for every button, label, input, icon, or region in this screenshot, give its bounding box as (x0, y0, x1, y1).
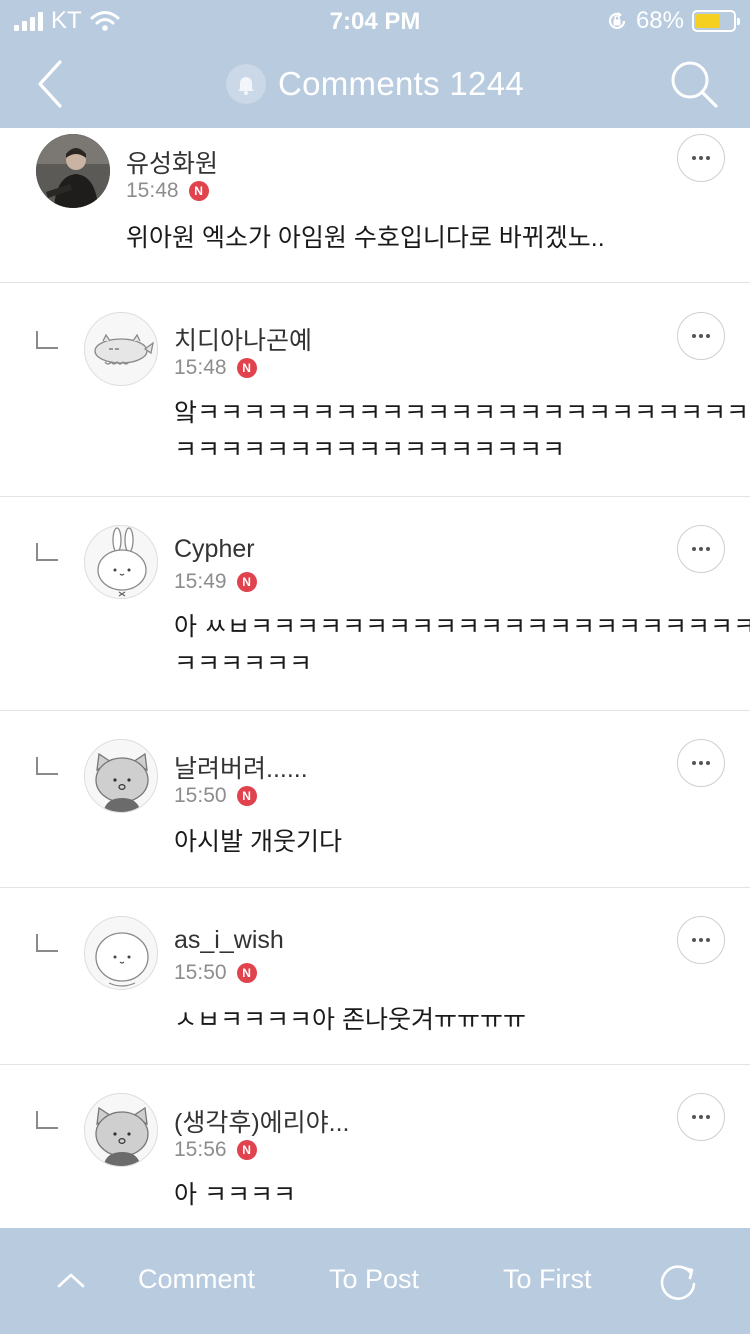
comment-author[interactable]: Cypher (174, 535, 255, 564)
comment-time: 15:48 (174, 356, 227, 379)
more-options-button[interactable] (677, 525, 725, 573)
reply-item: as_i_wish 15:50 N ㅅㅂㅋㅋㅋㅋ아 존나웃겨ㅠㅠㅠㅠ (0, 888, 750, 1065)
more-options-button[interactable] (677, 1093, 725, 1141)
search-icon[interactable] (668, 58, 720, 110)
comment-time: 15:49 (174, 570, 227, 593)
comment-author[interactable]: 유성화원 (126, 144, 218, 180)
comment-item: 유성화원 15:48 N 위아원 엑소가 아임원 수호입니다로 바뀌겠노.. (0, 128, 750, 283)
comment-author[interactable]: (생각후)에리야... (174, 1103, 350, 1139)
comment-author[interactable]: 날려버려...... (174, 749, 308, 785)
comment-text: 아시발 개웃기다 (174, 828, 342, 856)
to-first-button[interactable]: To First (503, 1264, 592, 1295)
more-options-button[interactable] (677, 916, 725, 964)
new-badge: N (236, 963, 257, 983)
comment-text: 앜ㅋㅋㅋㅋㅋㅋㅋㅋㅋㅋㅋㅋㅋㅋㅋㅋㅋㅋㅋㅋㅋㅋㅋㅋㅋ (174, 399, 750, 427)
reply-indicator-icon (36, 934, 58, 952)
reply-indicator-icon (36, 331, 58, 349)
new-badge: N (236, 786, 257, 806)
refresh-icon[interactable] (656, 1260, 700, 1304)
reply-item: 치디아나곤예 15:48 N 앜ㅋㅋㅋㅋㅋㅋㅋㅋㅋㅋㅋㅋㅋㅋㅋㅋㅋㅋㅋㅋㅋㅋㅋㅋ… (0, 283, 750, 497)
bottom-toolbar: Comment To Post To First (0, 1228, 750, 1334)
avatar[interactable] (84, 1093, 158, 1167)
comment-time: 15:56 (174, 1138, 227, 1161)
new-badge: N (188, 181, 209, 201)
avatar[interactable] (84, 916, 158, 990)
chevron-up-icon[interactable] (56, 1270, 86, 1290)
comment-text: 아 ㅆㅂㅋㅋㅋㅋㅋㅋㅋㅋㅋㅋㅋㅋㅋㅋㅋㅋㅋㅋㅋㅋㅋㅋ (174, 613, 750, 641)
comment-text: ㅅㅂㅋㅋㅋㅋ아 존나웃겨ㅠㅠㅠㅠ (174, 1006, 526, 1034)
comment-text: 아 ㅋㅋㅋㅋ (174, 1181, 296, 1209)
comment-text: 위아원 엑소가 아임원 수호입니다로 바뀌겠노.. (126, 224, 605, 252)
more-options-button[interactable] (677, 312, 725, 360)
bell-icon[interactable] (225, 64, 266, 104)
comment-time: 15:50 (174, 784, 227, 807)
avatar[interactable] (84, 312, 158, 386)
reply-item: 날려버려...... 15:50 N 아시발 개웃기다 (0, 711, 750, 888)
orientation-lock-icon (608, 12, 626, 30)
battery-level (696, 14, 721, 28)
reply-indicator-icon (36, 543, 58, 561)
page-title: Comments 1244 (277, 65, 525, 102)
new-badge: N (236, 358, 257, 378)
reply-item: (생각후)에리야... 15:56 N 아 ㅋㅋㅋㅋ (0, 1065, 750, 1228)
more-options-button[interactable] (677, 739, 725, 787)
new-badge: N (236, 572, 257, 592)
reply-indicator-icon (36, 757, 58, 775)
avatar[interactable] (84, 525, 158, 599)
top-bar: KT 7:04 PM 68% Comments 1244 (0, 0, 750, 128)
comment-author[interactable]: 치디아나곤예 (174, 321, 312, 357)
comment-text: ㅋㅋㅋㅋㅋㅋㅋㅋㅋㅋㅋㅋㅋㅋㅋㅋㅋ (174, 436, 566, 464)
nav-bar: Comments 1244 (0, 40, 750, 128)
reply-item: Cypher 15:49 N 아 ㅆㅂㅋㅋㅋㅋㅋㅋㅋㅋㅋㅋㅋㅋㅋㅋㅋㅋㅋㅋㅋㅋㅋ… (0, 497, 750, 711)
reply-indicator-icon (36, 1111, 58, 1129)
comment-button[interactable]: Comment (138, 1264, 255, 1295)
comment-time: 15:48 (126, 179, 179, 202)
battery-icon (692, 10, 740, 32)
avatar[interactable] (36, 134, 110, 208)
avatar[interactable] (84, 739, 158, 813)
battery-percent: 68% (635, 7, 684, 34)
comment-author[interactable]: as_i_wish (174, 926, 284, 955)
status-bar: KT 7:04 PM 68% (0, 0, 750, 40)
comment-time: 15:50 (174, 961, 227, 984)
more-options-button[interactable] (677, 134, 725, 182)
comment-text: ㅋㅋㅋㅋㅋㅋ (174, 650, 313, 678)
to-post-button[interactable]: To Post (329, 1264, 419, 1295)
new-badge: N (236, 1140, 257, 1160)
